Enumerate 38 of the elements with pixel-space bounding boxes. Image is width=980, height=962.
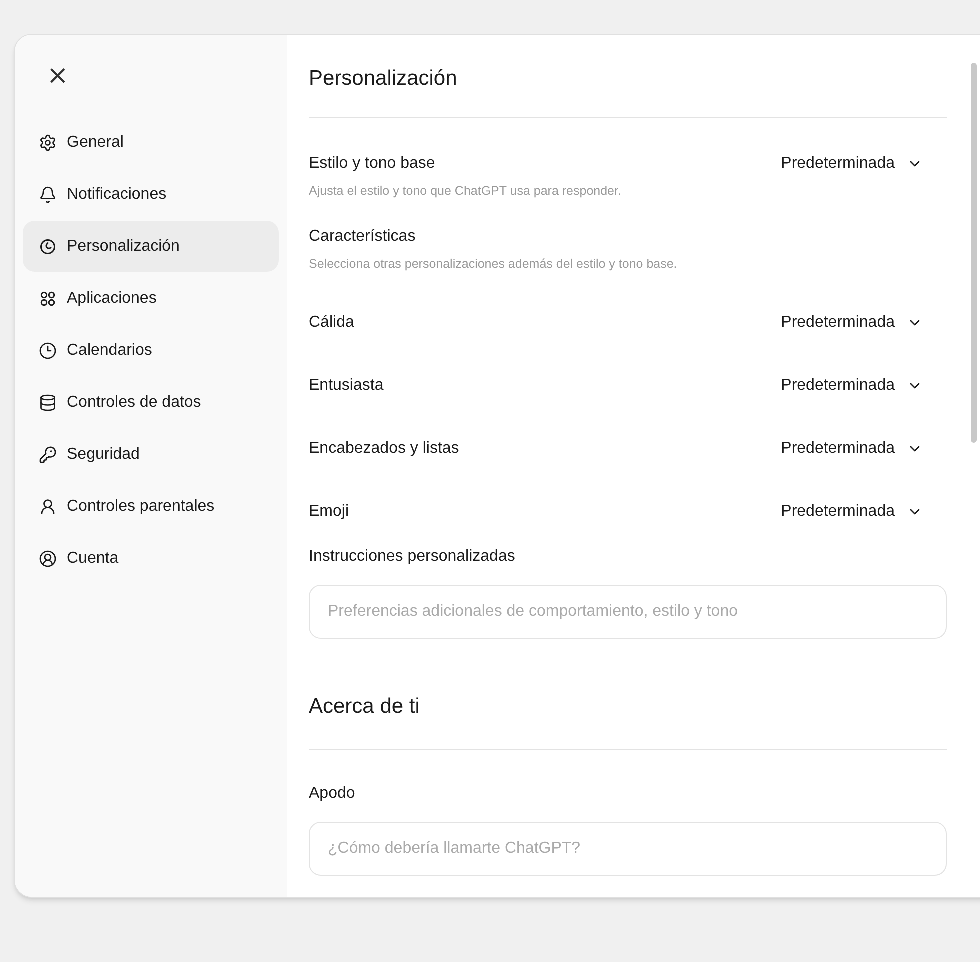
setting-label: Emoji bbox=[309, 502, 350, 522]
section-title: Acerca de ti bbox=[309, 691, 947, 750]
sidebar-item[interactable]: Personalización bbox=[23, 221, 279, 272]
setting-description: Ajusta el estilo y tono que ChatGPT usa para responder. bbox=[309, 182, 622, 200]
sidebar-item[interactable]: Cuenta bbox=[23, 533, 279, 584]
section-title: Personalización bbox=[309, 63, 947, 118]
setting-label: Encabezados y listas bbox=[309, 438, 460, 459]
bell-icon bbox=[39, 186, 57, 204]
setting-description: Selecciona otras personalizaciones además del estilo y tono base. bbox=[309, 256, 678, 273]
setting-label: Estilo y tono base bbox=[309, 154, 436, 174]
field-label: Apodo bbox=[309, 784, 356, 804]
dropdown-button[interactable]: Predeterminada bbox=[781, 436, 923, 461]
dropdown-button[interactable]: Predeterminada bbox=[781, 374, 923, 398]
person-icon bbox=[39, 498, 57, 516]
dropdown-button[interactable]: Predeterminada bbox=[781, 310, 923, 335]
clock-icon bbox=[39, 342, 57, 360]
nickname-field[interactable]: ¿Cómo debería llamarte ChatGPT? bbox=[309, 822, 947, 876]
user-circle-icon bbox=[39, 550, 57, 568]
setting-label: Entusiasta bbox=[309, 376, 384, 396]
sidebar-item[interactable]: Notificaciones bbox=[23, 169, 279, 220]
database-icon bbox=[39, 394, 57, 412]
sidebar-item[interactable]: Aplicaciones bbox=[23, 273, 279, 324]
instructions-field[interactable]: Preferencias adicionales de comportamiento, estilo y tono bbox=[309, 585, 947, 640]
sidebar-item[interactable]: General bbox=[23, 117, 279, 168]
dropdown-button[interactable]: Predeterminada bbox=[781, 500, 923, 524]
field-label: Instrucciones personalizadas bbox=[309, 547, 516, 568]
gear-icon bbox=[39, 134, 57, 152]
sidebar-item[interactable]: Controles parentales bbox=[23, 481, 279, 532]
subsection-title: Características bbox=[309, 226, 417, 246]
key-icon bbox=[39, 446, 57, 464]
sidebar-item[interactable]: Controles de datos bbox=[23, 377, 279, 428]
setting-label: Cálida bbox=[309, 312, 354, 333]
sidebar-item[interactable]: Calendarios bbox=[23, 325, 279, 376]
close-button[interactable]: × bbox=[47, 63, 69, 89]
swirl-circle-icon bbox=[39, 238, 57, 256]
dropdown-button[interactable]: Predeterminada bbox=[781, 152, 923, 176]
sidebar-item[interactable]: Seguridad bbox=[23, 429, 279, 480]
four-circles-icon bbox=[39, 290, 57, 308]
